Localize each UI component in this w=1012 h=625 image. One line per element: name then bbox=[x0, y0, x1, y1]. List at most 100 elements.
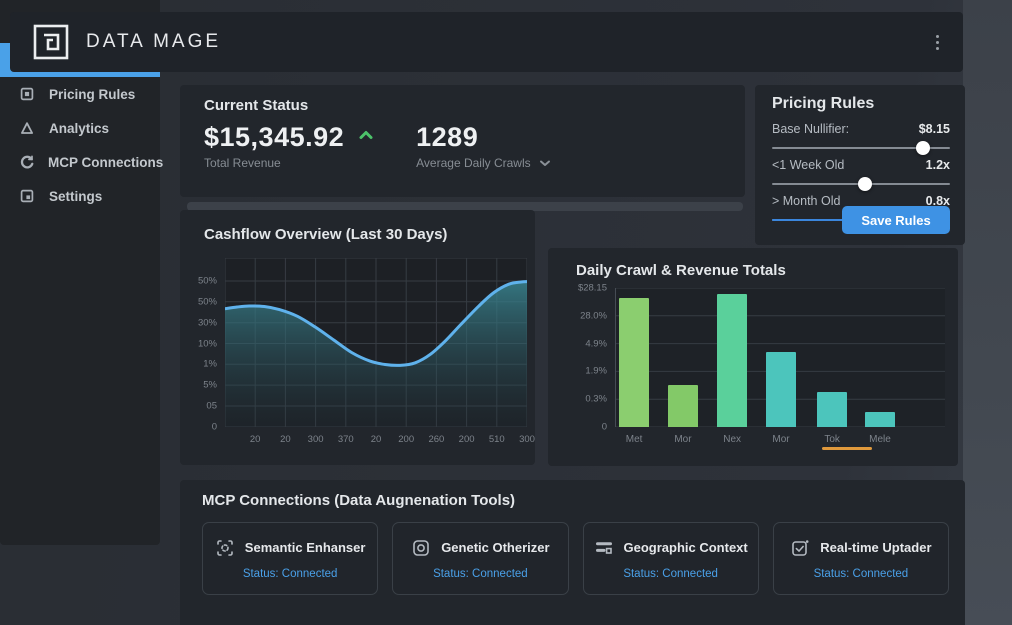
focus-scan-icon bbox=[215, 538, 235, 558]
cashflow-x-tick: 370 bbox=[337, 434, 354, 445]
bar-chart-y-tick: 1.9% bbox=[585, 365, 607, 377]
bar-nex bbox=[717, 293, 748, 427]
slider-value: $8.15 bbox=[918, 122, 950, 136]
mcp-card-header: Real-time Uptader bbox=[790, 538, 932, 558]
pricing-rules-panel: Pricing Rules Base Nullifier: $8.15 <1 Wee… bbox=[755, 85, 965, 245]
status-stats: $15,345.92 Total Revenue 1289 Average Da… bbox=[204, 121, 551, 170]
bar-x-label: Nex bbox=[723, 434, 742, 445]
bar-x-label: Mele bbox=[869, 434, 891, 445]
slider-label: > Month Old bbox=[772, 194, 841, 208]
refresh-icon bbox=[19, 154, 35, 171]
cashflow-y-tick: 10% bbox=[197, 338, 217, 349]
bar-x-label: Tok bbox=[824, 434, 840, 445]
maze-logo-icon bbox=[32, 23, 70, 61]
cashflow-plot-area: 50% 50% 30% 10% 1% 5% 05 0 20 20 300 370 20 200 260 200… bbox=[198, 258, 535, 445]
cashflow-x-tick: 200 bbox=[458, 434, 475, 445]
mcp-card-name: Geographic Context bbox=[623, 540, 748, 555]
slider-value: 1.2x bbox=[925, 158, 950, 172]
mcp-card-semantic-enhanser[interactable]: Semantic Enhanser Status: Connected bbox=[202, 522, 379, 595]
bar-chart-panel: Daily Crawl & Revenue Totals $28.15 28.0%… bbox=[548, 248, 958, 466]
sidebar-item-label: Pricing Rules bbox=[49, 86, 136, 102]
page-background-band bbox=[963, 0, 1012, 625]
bar-x-label: Met bbox=[625, 434, 643, 445]
mcp-connections-panel: MCP Connections (Data Augnenation Tools)… bbox=[180, 480, 965, 625]
bar-chart-y-tick: 0 bbox=[601, 421, 607, 433]
cashflow-y-tick: 30% bbox=[197, 317, 217, 329]
slider-thumb[interactable] bbox=[857, 177, 872, 191]
pricing-rules-title: Pricing Rules bbox=[772, 95, 875, 112]
daily-crawls-stat: 1289 Average Daily Crawls bbox=[416, 121, 551, 170]
cashflow-x-tick: 20 bbox=[370, 434, 382, 445]
daily-crawls-value: 1289 bbox=[416, 122, 479, 152]
layers-list-icon bbox=[594, 538, 614, 558]
cashflow-y-tick: 05 bbox=[206, 400, 217, 412]
slider-label: Base Nullifier: bbox=[772, 122, 850, 136]
bar-chart-y-tick: $28.15 bbox=[577, 282, 607, 294]
sidebar-item-analytics[interactable]: Analytics bbox=[0, 111, 160, 145]
mcp-card-header: Geographic Context bbox=[594, 538, 748, 558]
sidebar-nav: DashboardDashboardPricing RulesAnalytics… bbox=[0, 0, 164, 545]
slider-thumb[interactable] bbox=[916, 141, 931, 155]
mcp-card-status: Status: Connected bbox=[433, 567, 528, 580]
mcp-card-genetic-otherizer[interactable]: Genetic Otherizer Status: Connected bbox=[392, 522, 569, 595]
square-icon bbox=[19, 86, 36, 103]
mcp-card-header: Semantic Enhanser bbox=[215, 538, 366, 558]
mcp-card-geographic-context[interactable]: Geographic Context Status: Connected bbox=[582, 522, 759, 595]
bar-mor bbox=[667, 385, 698, 427]
sidebar-item-mcp-connections[interactable]: MCP Connections bbox=[0, 145, 164, 179]
cashflow-x-tick: 260 bbox=[428, 434, 445, 445]
cashflow-x-tick: 200 bbox=[398, 434, 415, 445]
triangle-icon bbox=[19, 120, 36, 137]
mcp-connections-title: MCP Connections (Data Augnenation Tools) bbox=[202, 492, 516, 509]
bar-x-label: Mor bbox=[772, 434, 790, 445]
bar-chart-plot-area: $28.15 28.0% 4.9% 1.9% 0.3% 0 Met Mor Nex Mor Tok M… bbox=[578, 283, 945, 450]
sidebar-item-label: Analytics bbox=[49, 120, 110, 136]
header-bar: DATA MAGE bbox=[10, 12, 963, 72]
total-revenue-value: $15,345.92 bbox=[204, 122, 345, 152]
sidebar-item-label: MCP Connections bbox=[48, 154, 164, 170]
cashflow-y-tick: 50% bbox=[197, 296, 217, 308]
cashflow-x-tick: 20 bbox=[249, 434, 261, 445]
bar-mele bbox=[864, 411, 895, 427]
bar-chart-y-tick: 4.9% bbox=[585, 338, 607, 350]
bar-met bbox=[619, 297, 650, 427]
camera-square-icon bbox=[411, 538, 431, 558]
cashflow-chart-panel: Cashflow Overview (Last 30 Days) 50% 50% 3… bbox=[180, 210, 535, 465]
slider-label-row: Base Nullifier: $8.15 bbox=[772, 122, 950, 136]
bar-label-highlight-underline bbox=[822, 447, 873, 450]
mcp-card-status: Status: Connected bbox=[623, 567, 718, 580]
mcp-card-status: Status: Connected bbox=[242, 567, 338, 580]
sidebar-item-pricing-rules[interactable]: Pricing Rules bbox=[0, 77, 160, 111]
cashflow-x-tick: 300 bbox=[307, 434, 324, 445]
cashflow-area-chart bbox=[225, 258, 527, 427]
mcp-card-name: Real-time Uptader bbox=[820, 540, 932, 555]
sidebar-item-settings[interactable]: Settings bbox=[0, 179, 160, 213]
bar-mor bbox=[765, 351, 796, 427]
mcp-card-name: Genetic Otherizer bbox=[441, 540, 550, 555]
daily-crawls-label: Average Daily Crawls bbox=[416, 156, 531, 170]
bar-chart-y-tick: 0.3% bbox=[585, 393, 607, 405]
kebab-menu-icon[interactable] bbox=[930, 29, 945, 56]
mcp-card-name: Semantic Enhanser bbox=[244, 540, 366, 555]
checkbox-check-icon bbox=[790, 538, 810, 558]
pricing-slider-row: Base Nullifier: $8.15 bbox=[772, 122, 950, 155]
mcp-card-header: Genetic Otherizer bbox=[411, 538, 550, 558]
bar-chart-y-tick: 28.0% bbox=[580, 310, 607, 322]
slider-track[interactable] bbox=[772, 177, 950, 191]
bar-chart-title: Daily Crawl & Revenue Totals bbox=[576, 262, 786, 279]
cashflow-x-tick: 20 bbox=[280, 434, 291, 445]
slider-track[interactable] bbox=[772, 141, 950, 155]
cashflow-y-tick: 50% bbox=[197, 275, 217, 287]
save-rules-button[interactable]: Save Rules bbox=[842, 206, 950, 234]
trend-up-icon bbox=[358, 129, 374, 141]
current-status-title: Current Status bbox=[204, 97, 309, 114]
pricing-slider-row: <1 Week Old 1.2x bbox=[772, 158, 950, 191]
cashflow-y-tick: 5% bbox=[203, 379, 217, 391]
bar-tok bbox=[817, 392, 848, 427]
cashflow-y-tick: 0 bbox=[211, 421, 217, 433]
mcp-card-real-time-uptader[interactable]: Real-time Uptader Status: Connected bbox=[772, 522, 949, 595]
chevron-down-icon[interactable] bbox=[539, 159, 551, 167]
slider-label: <1 Week Old bbox=[772, 158, 845, 172]
mcp-cards-row: Semantic Enhanser Status: Connected Geneti… bbox=[202, 522, 949, 595]
slider-label-row: <1 Week Old 1.2x bbox=[772, 158, 950, 172]
